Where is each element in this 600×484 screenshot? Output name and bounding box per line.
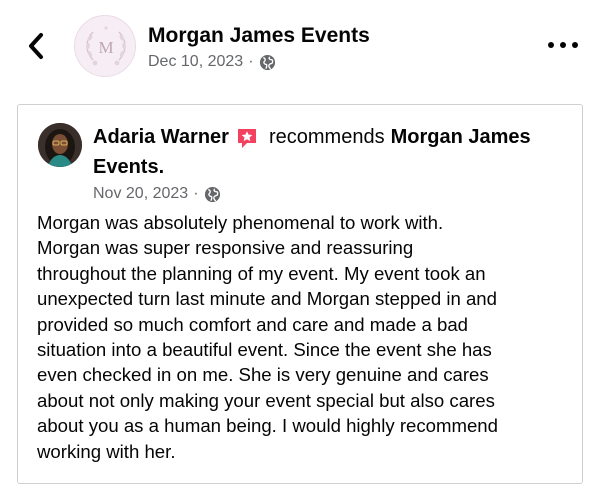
back-button[interactable] (22, 28, 52, 64)
post-meta: Dec 10, 2023 · (148, 53, 276, 71)
recommendation-headline: Adaria Warner recommends Morgan James (93, 125, 531, 149)
chevron-left-icon (29, 33, 43, 59)
page-avatar[interactable]: M (74, 15, 136, 77)
globe-icon (259, 54, 275, 70)
more-dot (548, 42, 554, 48)
meta-separator: · (193, 185, 199, 202)
page-name[interactable]: Morgan James Events (148, 24, 370, 48)
globe-icon (204, 186, 220, 202)
reviewer-name[interactable]: Adaria Warner (93, 126, 229, 149)
reviewer-photo (38, 123, 82, 167)
meta-separator: · (248, 53, 254, 70)
recommended-page-link-continued[interactable]: Events. (93, 156, 164, 179)
more-dot (560, 42, 566, 48)
recommendation-card: Adaria Warner recommends Morgan James Ev… (17, 104, 583, 484)
floral-wreath-logo: M (86, 26, 126, 66)
review-meta: Nov 20, 2023 · (93, 185, 221, 203)
post-date[interactable]: Dec 10, 2023 (148, 53, 243, 71)
recommended-page-link[interactable]: Morgan James (391, 126, 531, 149)
reviewer-avatar[interactable] (38, 123, 82, 167)
recommend-star-icon (237, 129, 256, 148)
more-dot (572, 42, 578, 48)
review-text: Morgan was absolutely phenomenal to work… (37, 212, 498, 462)
recommends-verb: recommends (268, 125, 385, 148)
more-options-button[interactable] (548, 38, 578, 52)
avatar-monogram: M (98, 38, 113, 57)
review-date[interactable]: Nov 20, 2023 (93, 185, 188, 203)
post-header: M Morgan James Events Dec 10, 2023 · (0, 0, 600, 90)
